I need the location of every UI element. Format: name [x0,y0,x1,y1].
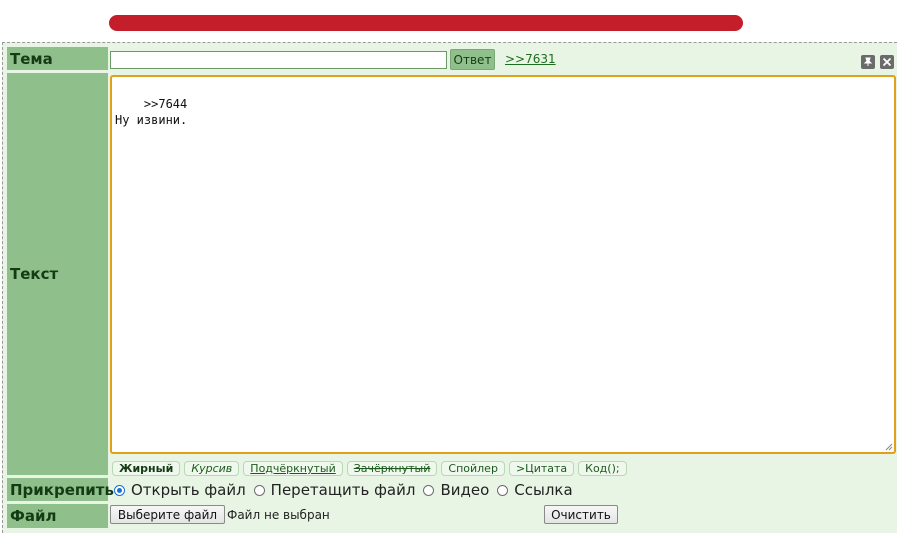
markup-underline-button[interactable]: Подчёркнутый [243,461,343,476]
markup-bold-button[interactable]: Жирный [112,461,181,476]
markup-spoiler-button[interactable]: Спойлер [441,461,505,476]
markup-italic-button[interactable]: Курсив [184,461,240,476]
pin-icon[interactable] [861,55,875,69]
radio-open-file[interactable] [114,484,125,496]
radio-drag-file[interactable] [253,484,265,496]
markup-strike-button[interactable]: Зачёркнутый [346,461,438,476]
radio-video[interactable] [423,484,435,496]
markup-code-button[interactable]: Код(); [578,461,627,476]
post-form: Тема Ответ >>7631 Текст >>7644 Ну извини… [2,42,897,533]
attach-label: Прикрепить [7,478,114,501]
reply-ref-link[interactable]: >>7631 [505,52,556,66]
message-text: >>7644 Ну извини. [115,97,188,127]
subject-input[interactable] [110,51,447,69]
resize-grip-icon[interactable] [885,443,893,451]
markup-toolbar: Жирный Курсив Подчёркнутый Зачёркнутый С… [112,461,627,476]
banner-bar [109,15,743,31]
reply-button[interactable]: Ответ [450,49,495,70]
attach-open-file-option[interactable]: Открыть файл [114,481,246,499]
clear-button[interactable]: Очистить [544,505,618,524]
attach-link-option[interactable]: Ссылка [497,481,573,499]
subject-label: Тема [7,47,108,70]
attach-options: Открыть файл Перетащить файл Видео Ссылк… [114,480,581,500]
message-textarea[interactable]: >>7644 Ну извини. [110,75,896,454]
file-label: Файл [7,504,108,528]
close-icon[interactable] [880,55,894,69]
markup-quote-button[interactable]: >Цитата [508,461,575,476]
choose-file-button[interactable]: Выберите файл [110,505,225,524]
radio-link[interactable] [497,484,509,496]
attach-drag-file-option[interactable]: Перетащить файл [253,481,415,499]
attach-video-option[interactable]: Видео [423,481,489,499]
text-label: Текст [7,73,108,475]
file-status: Файл не выбран [227,508,330,522]
